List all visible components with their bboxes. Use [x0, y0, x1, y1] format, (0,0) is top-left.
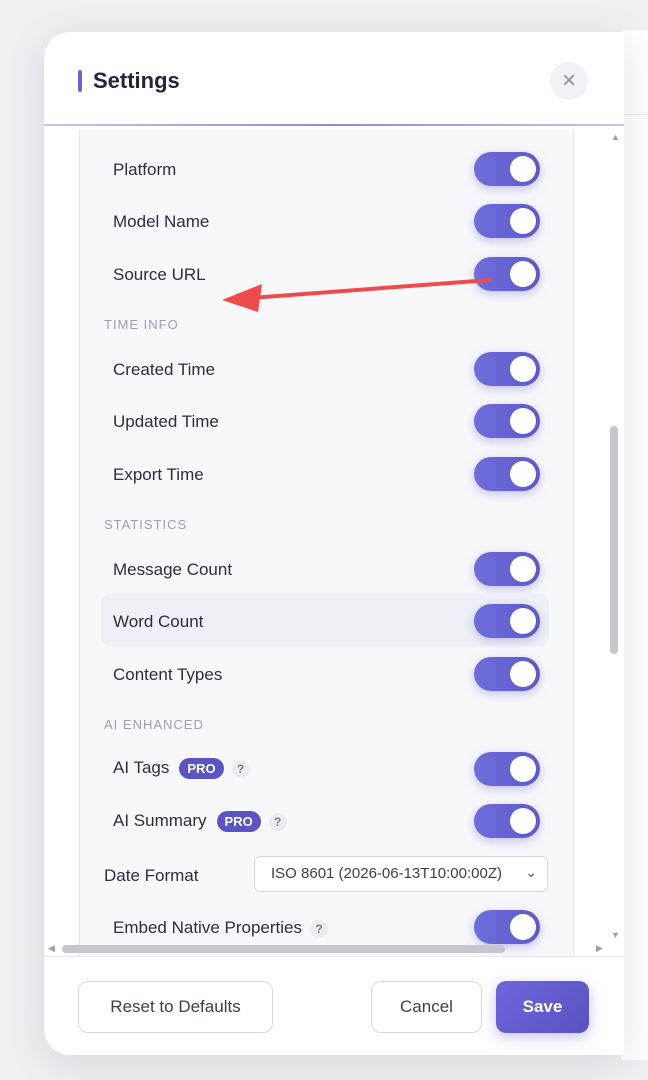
section-statistics: STATISTICS: [104, 517, 188, 532]
setting-label: Source URL: [113, 265, 206, 284]
date-format-value: ISO 8601 (2026-06-13T10:00:00Z): [271, 865, 502, 882]
toggle-source-url[interactable]: [474, 257, 540, 291]
close-button[interactable]: ×: [550, 62, 588, 100]
pro-badge: PRO: [179, 758, 224, 780]
toggle-platform[interactable]: [474, 152, 540, 186]
settings-scroll-area[interactable]: Platform Model Name Source URL TIME INFO…: [44, 130, 624, 956]
setting-label: Created Time: [113, 360, 216, 379]
scroll-up-arrow-icon[interactable]: ▲: [611, 132, 620, 142]
settings-modal: Settings × Platform Model Name Source UR…: [44, 32, 624, 1055]
setting-label: AI Tags: [113, 758, 170, 777]
modal-footer: Reset to Defaults Cancel Save: [44, 956, 624, 1055]
help-icon[interactable]: ?: [268, 812, 287, 831]
setting-label: Word Count: [113, 612, 204, 631]
setting-label: Message Count: [113, 560, 233, 579]
help-icon[interactable]: ?: [309, 919, 328, 938]
toggle-ai-tags[interactable]: [474, 752, 540, 786]
toggle-content-types[interactable]: [474, 657, 540, 691]
help-icon[interactable]: ?: [231, 759, 250, 778]
save-button[interactable]: Save: [496, 981, 589, 1033]
setting-label: Embed Native Properties: [113, 918, 302, 937]
toggle-word-count[interactable]: [474, 604, 540, 638]
toggle-message-count[interactable]: [474, 552, 540, 586]
setting-label: Model Name: [113, 212, 210, 231]
setting-label: Updated Time: [113, 412, 219, 431]
scroll-down-arrow-icon[interactable]: ▼: [611, 930, 620, 940]
setting-label: Export Time: [113, 465, 204, 484]
section-ai-enhanced: AI ENHANCED: [104, 717, 204, 732]
background-panel: [620, 30, 648, 1060]
horizontal-scroll-thumb[interactable]: [62, 945, 505, 953]
setting-label: Platform: [113, 160, 177, 179]
close-icon: ×: [561, 67, 576, 94]
toggle-updated-time[interactable]: [474, 404, 540, 438]
toggle-embed-native-properties[interactable]: [474, 910, 540, 944]
chevron-down-icon: ⌄: [525, 864, 537, 880]
vertical-scroll-thumb[interactable]: [610, 426, 618, 654]
scroll-right-arrow-icon[interactable]: ▶: [596, 943, 603, 954]
toggle-export-time[interactable]: [474, 457, 540, 491]
reset-defaults-button[interactable]: Reset to Defaults: [78, 981, 273, 1033]
setting-row-ai-tags: AI Tags PRO?: [113, 758, 250, 780]
setting-row-ai-summary: AI Summary PRO?: [113, 811, 287, 833]
modal-header: Settings ×: [44, 32, 624, 128]
scroll-left-arrow-icon[interactable]: ◀: [48, 943, 55, 954]
date-format-select[interactable]: ISO 8601 (2026-06-13T10:00:00Z) ⌄: [254, 856, 548, 892]
date-format-label: Date Format: [104, 866, 199, 885]
page-title: Settings: [93, 68, 180, 93]
toggle-ai-summary[interactable]: [474, 804, 540, 838]
pro-badge: PRO: [216, 811, 261, 833]
title-accent-bar: [78, 70, 82, 92]
section-time-info: TIME INFO: [104, 317, 179, 332]
setting-label: Content Types: [113, 665, 223, 684]
cancel-button[interactable]: Cancel: [371, 981, 482, 1033]
toggle-created-time[interactable]: [474, 352, 540, 386]
setting-row-embed: Embed Native Properties?: [113, 918, 328, 938]
toggle-model-name[interactable]: [474, 204, 540, 238]
setting-label: AI Summary: [113, 811, 207, 830]
